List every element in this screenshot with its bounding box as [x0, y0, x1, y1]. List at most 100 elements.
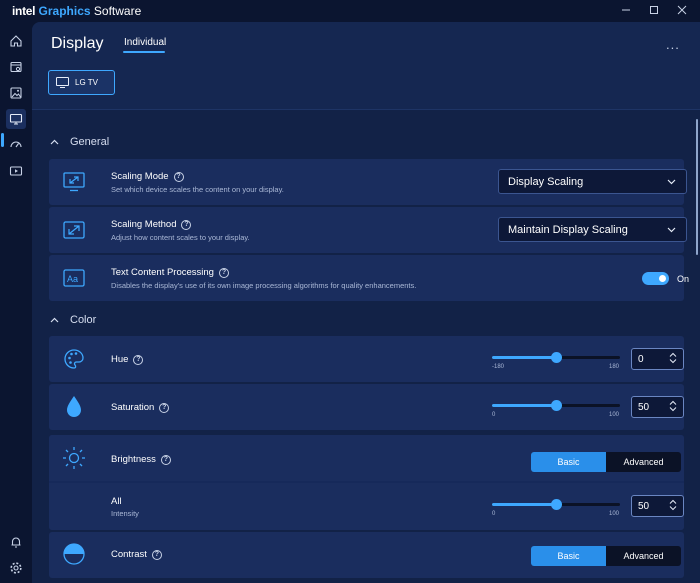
close-button[interactable]: [675, 3, 689, 17]
help-icon[interactable]: ?: [159, 402, 170, 413]
brightness-all-slider[interactable]: [492, 499, 620, 510]
contrast-mode-toggle[interactable]: Basic Advanced: [531, 546, 681, 566]
brightness-mode-toggle[interactable]: Basic Advanced: [531, 452, 681, 472]
scaling-mode-icon: [62, 170, 86, 194]
main-panel: Display Individual ... LG TV General Sca…: [32, 22, 700, 583]
brightness-all-row: [49, 483, 684, 530]
chevron-down-icon: [667, 179, 676, 185]
brightness-basic-button[interactable]: Basic: [531, 452, 606, 472]
contrast-advanced-button[interactable]: Advanced: [606, 546, 681, 566]
brightness-all-min-label: 0: [492, 511, 496, 517]
text-processing-toggle[interactable]: [642, 272, 669, 285]
saturation-min-label: 0: [492, 412, 496, 418]
contrast-label: Contrast: [111, 549, 147, 560]
scaling-mode-dropdown[interactable]: Display Scaling: [498, 169, 687, 194]
brightness-all-slider-thumb[interactable]: [551, 499, 562, 510]
section-color-toggle[interactable]: Color: [50, 314, 96, 326]
hue-label: Hue: [111, 354, 129, 365]
help-icon[interactable]: ?: [160, 454, 171, 465]
sidebar-item-notifications[interactable]: [6, 532, 26, 552]
help-icon[interactable]: ?: [173, 171, 184, 182]
brightness-title: Brightness ?: [111, 454, 171, 465]
help-icon[interactable]: ?: [151, 549, 162, 560]
chevron-down-icon: [667, 227, 676, 233]
page-title: Display: [51, 35, 104, 52]
hue-slider[interactable]: [492, 352, 620, 363]
contrast-basic-button[interactable]: Basic: [531, 546, 606, 566]
hue-input[interactable]: 0: [631, 348, 684, 370]
hue-card: Hue ? -180 180 0: [49, 336, 684, 382]
contrast-icon: [62, 542, 86, 566]
tab-active-underline: [123, 51, 165, 53]
hue-value: 0: [638, 353, 644, 365]
text-processing-state: On: [677, 274, 690, 284]
text-processing-title: Text Content Processing ?: [111, 267, 229, 278]
scaling-method-dropdown[interactable]: Maintain Display Scaling: [498, 217, 687, 242]
sidebar-item-settings[interactable]: [6, 558, 26, 578]
tab-individual[interactable]: Individual: [124, 37, 166, 48]
sidebar-item-home[interactable]: [6, 31, 26, 51]
brightness-advanced-button[interactable]: Advanced: [606, 452, 681, 472]
scaling-mode-desc: Set which device scales the content on y…: [111, 185, 284, 194]
sidebar-item-display[interactable]: [6, 109, 26, 129]
scaling-method-label: Scaling Method: [111, 219, 177, 230]
sidebar-item-video[interactable]: [6, 161, 26, 181]
scaling-method-card: Scaling Method ? Adjust how content scal…: [49, 207, 687, 253]
hue-slider-fill: [492, 356, 556, 359]
saturation-label: Saturation: [111, 402, 155, 413]
saturation-card: Saturation ? 0 100 50: [49, 384, 684, 430]
page-header: Display Individual ... LG TV: [32, 22, 700, 110]
hue-slider-thumb[interactable]: [551, 352, 562, 363]
chevron-up-icon: [50, 317, 59, 323]
section-color-label: Color: [70, 314, 97, 326]
saturation-slider[interactable]: [492, 400, 620, 411]
title-bar: intel Graphics Software: [0, 0, 700, 22]
hue-max-label: 180: [609, 364, 620, 370]
sidebar-item-games[interactable]: [6, 57, 26, 77]
chevron-down-icon: [669, 407, 677, 412]
droplet-icon: [62, 395, 86, 419]
brightness-group: Brightness ? Basic Advanced All Intensit…: [49, 435, 684, 530]
home-icon: [10, 35, 22, 47]
hue-title: Hue ?: [111, 354, 144, 365]
section-general-toggle[interactable]: General: [50, 136, 109, 148]
help-icon[interactable]: ?: [133, 354, 144, 365]
scaling-method-value: Maintain Display Scaling: [508, 223, 628, 236]
scaling-mode-label: Scaling Mode: [111, 171, 169, 182]
sidebar-item-performance[interactable]: [6, 135, 26, 155]
chevron-up-icon: [669, 352, 677, 357]
minimize-button[interactable]: [619, 3, 633, 17]
text-processing-desc: Disables the display's use of its own im…: [111, 281, 417, 290]
maximize-icon: [650, 6, 658, 14]
scaling-mode-title: Scaling Mode ?: [111, 171, 184, 182]
app-title-software: Software: [93, 4, 142, 18]
hue-min-label: -180: [492, 364, 505, 370]
saturation-input[interactable]: 50: [631, 396, 684, 418]
brightness-all-value: 50: [638, 500, 650, 512]
scaling-method-title: Scaling Method ?: [111, 219, 192, 230]
brightness-all-max-label: 100: [609, 511, 620, 517]
help-icon[interactable]: ?: [218, 267, 229, 278]
sidebar-item-media[interactable]: [6, 83, 26, 103]
text-processing-icon: Aa: [62, 266, 86, 290]
saturation-value: 50: [638, 401, 650, 413]
image-icon: [10, 87, 22, 99]
maximize-button[interactable]: [647, 3, 661, 17]
chevron-up-icon: [50, 139, 59, 145]
brightness-all-input[interactable]: 50: [631, 495, 684, 517]
brightness-all-stepper[interactable]: [669, 499, 677, 511]
brightness-all-slider-fill: [492, 503, 556, 506]
help-icon[interactable]: ?: [181, 219, 192, 230]
hue-stepper[interactable]: [669, 352, 677, 364]
bell-icon: [11, 537, 21, 548]
section-general-label: General: [70, 136, 110, 148]
svg-text:Aa: Aa: [67, 274, 78, 284]
scaling-method-desc: Adjust how content scales to your displa…: [111, 233, 250, 242]
minimize-icon: [622, 9, 630, 11]
more-options-button[interactable]: ...: [666, 37, 680, 52]
saturation-slider-thumb[interactable]: [551, 400, 562, 411]
scrollbar[interactable]: [696, 119, 698, 255]
saturation-stepper[interactable]: [669, 400, 677, 412]
device-selector-lg-tv[interactable]: LG TV: [48, 70, 115, 95]
contrast-title: Contrast ?: [111, 549, 162, 560]
